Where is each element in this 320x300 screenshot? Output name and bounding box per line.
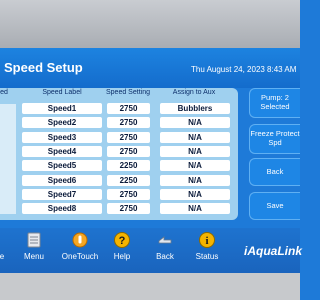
bottom-bezel [0,273,300,300]
enabled-column [0,104,16,214]
speed-label-cell[interactable]: Speed3 [22,132,102,143]
speed-setting-cell[interactable]: 2750 [107,117,150,128]
nav-menu-label: Menu [23,252,44,261]
speed-label-cell[interactable]: Speed8 [22,203,102,214]
aux-assignment-cell[interactable]: N/A [160,132,230,143]
aux-assignment-cell[interactable]: N/A [160,189,230,200]
top-bezel [0,0,300,48]
nav-home-label: e [0,252,5,261]
nav-back[interactable]: Back [152,232,178,266]
back-arrow-icon [157,232,173,248]
column-header-assign-aux: Assign to Aux [172,89,216,96]
nav-status[interactable]: i Status [193,232,221,266]
aux-assignment-cell[interactable]: N/A [160,160,230,171]
column-header-speed-setting: Speed Setting [106,89,150,96]
speed-setting-cell[interactable]: 2750 [107,189,150,200]
speed-setting-cell[interactable]: 2250 [107,160,150,171]
header-bar: Speed Setup Thu August 24, 2023 8:43 AM [0,48,300,88]
nav-back-label: Back [156,252,174,261]
home-icon [0,232,10,248]
speed-label-cell[interactable]: Speed4 [22,146,102,157]
speed-setting-cell[interactable]: 2750 [107,146,150,157]
speed-label-cell[interactable]: Speed2 [22,117,102,128]
nav-home[interactable]: e [0,232,12,266]
speed-label-cell[interactable]: Speed7 [22,189,102,200]
brand-logo: iAquaLink [244,244,303,258]
aux-assignment-cell[interactable]: N/A [160,203,230,214]
back-button[interactable]: Back [249,158,300,186]
help-icon: ? [114,232,130,248]
column-header-enabled: ed [0,89,8,96]
speed-label-cell[interactable]: Speed6 [22,175,102,186]
freeze-protect-speed-button[interactable]: Freeze Protect Spd [249,124,300,154]
aux-assignment-cell[interactable]: N/A [160,146,230,157]
pump-selected-button[interactable]: Pump: 2 Selected [249,88,300,118]
save-button[interactable]: Save [249,192,300,220]
svg-text:i: i [205,235,208,247]
speed-setting-cell[interactable]: 2750 [107,132,150,143]
nav-onetouch-label: OneTouch [61,252,99,261]
onetouch-icon [72,232,88,248]
nav-help-label: Help [113,252,131,261]
nav-menu[interactable]: Menu [20,232,48,266]
speed-setting-cell[interactable]: 2250 [107,175,150,186]
nav-status-label: Status [195,252,219,261]
speed-setting-cell[interactable]: 2750 [107,203,150,214]
speed-setting-cell[interactable]: 2750 [107,103,150,114]
aux-assignment-cell[interactable]: Bubblers [160,103,230,114]
aux-assignment-cell[interactable]: N/A [160,117,230,128]
nav-onetouch[interactable]: OneTouch [60,232,100,266]
column-header-speed-label: Speed Label [42,89,82,96]
speed-label-cell[interactable]: Speed1 [22,103,102,114]
date-time: Thu August 24, 2023 8:43 AM [191,65,297,74]
page-title: Speed Setup [4,60,83,75]
speed-label-cell[interactable]: Speed5 [22,160,102,171]
status-info-icon: i [199,232,215,248]
aux-assignment-cell[interactable]: N/A [160,175,230,186]
svg-text:?: ? [119,235,126,247]
nav-help[interactable]: ? Help [110,232,134,266]
menu-icon [26,232,42,248]
